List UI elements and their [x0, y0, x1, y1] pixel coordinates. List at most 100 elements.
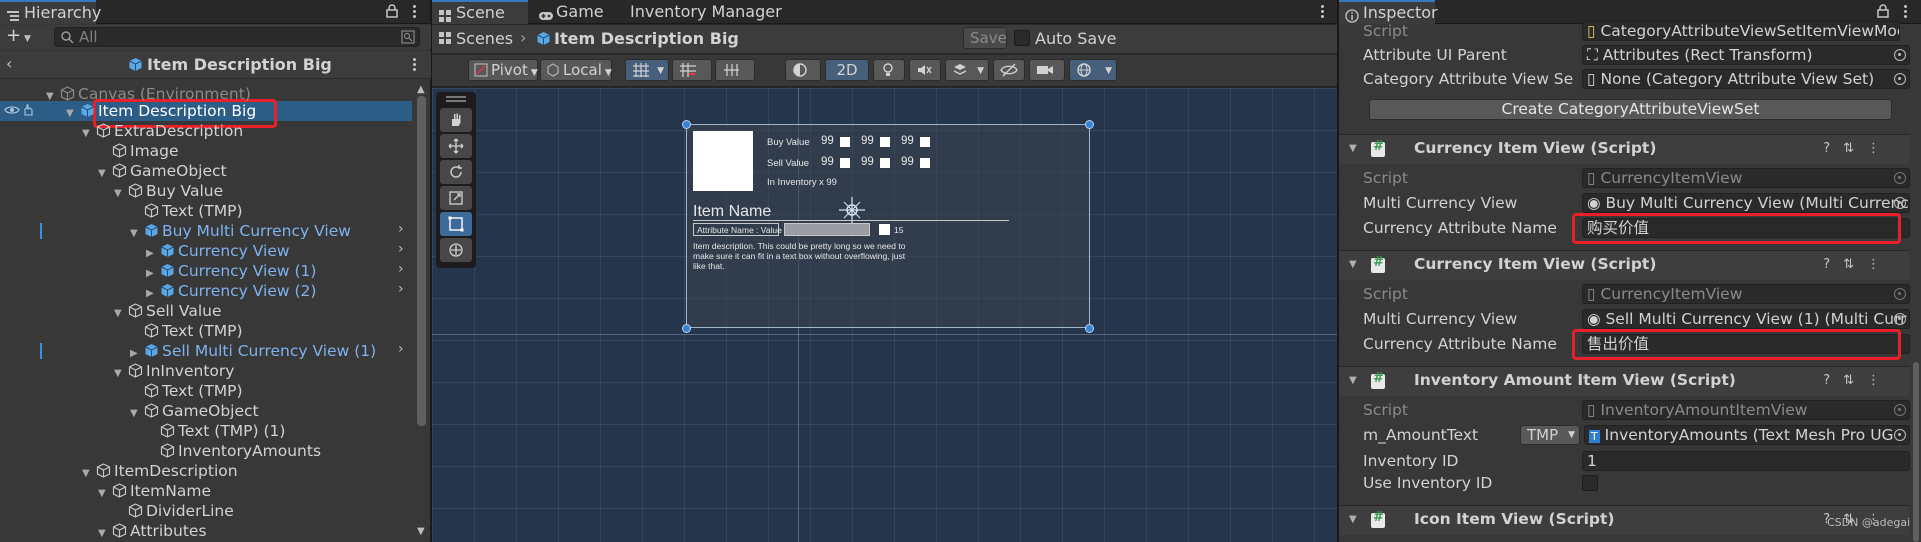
hand-tool-button[interactable]: [440, 108, 472, 132]
expand-arrow-down-icon[interactable]: ▼: [114, 364, 128, 384]
resize-handle-br[interactable]: [1085, 324, 1094, 333]
foldout-arrow-icon[interactable]: ▼: [1349, 259, 1357, 270]
object-picker-icon[interactable]: [1894, 197, 1906, 209]
increment-snap-button[interactable]: [672, 59, 712, 81]
tab-scene[interactable]: Scene: [432, 0, 528, 24]
hierarchy-row[interactable]: ▼ ExtraDescription: [82, 121, 243, 141]
add-dropdown-icon[interactable]: ▼: [24, 34, 31, 44]
auto-save-checkbox[interactable]: [1014, 30, 1030, 46]
context-menu-icon[interactable]: [412, 58, 416, 72]
grid-visibility-button[interactable]: [715, 59, 755, 81]
inventory-id-input[interactable]: 1: [1582, 451, 1910, 471]
hierarchy-row[interactable]: ▼ Buy Multi Currency View: [130, 221, 351, 241]
breadcrumb-object[interactable]: Item Description Big: [554, 29, 739, 48]
hierarchy-row[interactable]: ▶ Currency View (1): [146, 261, 316, 281]
scene-menu-icon[interactable]: [1320, 5, 1324, 19]
open-prefab-chevron-icon[interactable]: ›: [398, 241, 404, 257]
inventory-amount-item-view-header[interactable]: ▼ Inventory Amount Item View (Script) ?⇅…: [1339, 366, 1909, 396]
expand-arrow-down-icon[interactable]: ▼: [130, 224, 144, 244]
amount-type-dropdown[interactable]: TMP ▼: [1520, 425, 1580, 445]
inspector-menu-icon[interactable]: [1903, 5, 1907, 19]
hierarchy-row[interactable]: ▼ InInventory: [114, 361, 234, 381]
hierarchy-row[interactable]: ▼ Item Description Big: [66, 101, 256, 121]
rect-tool-button[interactable]: [440, 212, 472, 236]
hierarchy-row[interactable]: ▼ Buy Value: [114, 181, 223, 201]
expand-arrow-down-icon[interactable]: ▼: [114, 304, 128, 324]
attribute-ui-parent-field[interactable]: ⛶ Attributes (Rect Transform): [1582, 45, 1910, 65]
hierarchy-row[interactable]: Text (TMP) (1): [146, 421, 285, 441]
foldout-arrow-icon[interactable]: ▼: [1349, 375, 1357, 386]
save-button[interactable]: Save: [963, 27, 1007, 49]
scale-tool-button[interactable]: [440, 186, 472, 210]
search-input[interactable]: All: [54, 27, 420, 47]
expand-arrow-down-icon[interactable]: ▼: [98, 164, 112, 184]
hierarchy-row[interactable]: ▼ GameObject: [130, 401, 259, 421]
scroll-down-icon[interactable]: ▼: [417, 526, 425, 537]
rotate-tool-button[interactable]: [440, 160, 472, 184]
object-picker-icon[interactable]: [1894, 49, 1906, 61]
component-header-icons[interactable]: ?⇅⋮: [1823, 141, 1893, 156]
component-header-icons[interactable]: ?⇅⋮: [1823, 257, 1893, 272]
currency-item-view-header[interactable]: ▼ Currency Item View (Script) ?⇅⋮: [1339, 250, 1909, 280]
scroll-up-icon[interactable]: ▲: [417, 84, 425, 95]
currency-item-view-header[interactable]: ▼ Currency Item View (Script) ?⇅⋮: [1339, 134, 1909, 164]
back-arrow-icon[interactable]: ‹: [6, 54, 12, 73]
hierarchy-row[interactable]: ▼ GameObject: [98, 161, 227, 181]
expand-arrow-down-icon[interactable]: ▼: [98, 524, 112, 542]
audio-toggle-button[interactable]: [909, 59, 941, 81]
multi-currency-view-field[interactable]: ◉ Buy Multi Currency View (Multi Currenc: [1582, 193, 1910, 213]
hierarchy-row[interactable]: InventoryAmounts: [146, 441, 321, 461]
resize-handle-tr[interactable]: [1085, 120, 1094, 129]
2d-toggle-button[interactable]: 2D: [825, 59, 869, 81]
open-prefab-chevron-icon[interactable]: ›: [398, 221, 404, 237]
hierarchy-row[interactable]: ▼ ItemDescription: [82, 461, 238, 481]
camera-settings-button[interactable]: [1029, 59, 1065, 81]
hierarchy-row[interactable]: Text (TMP): [130, 201, 243, 221]
foldout-arrow-icon[interactable]: ▼: [1349, 143, 1357, 154]
expand-arrow-down-icon[interactable]: ▼: [130, 404, 144, 424]
add-icon[interactable]: +: [6, 27, 21, 45]
hierarchy-row[interactable]: Image: [98, 141, 179, 161]
rect-pivot-gizmo-icon[interactable]: [837, 195, 867, 229]
expand-arrow-down-icon[interactable]: ▼: [114, 184, 128, 204]
hierarchy-row[interactable]: ▶ Currency View (2): [146, 281, 316, 301]
item-description-card[interactable]: Buy Value Sell Value In Inventory x 99 9…: [686, 124, 1090, 328]
grid-snap-button[interactable]: ▼: [625, 59, 669, 81]
expand-arrow-down-icon[interactable]: ▼: [46, 87, 60, 107]
hierarchy-row[interactable]: ▶ Sell Multi Currency View (1): [130, 341, 376, 361]
tab-game[interactable]: Game: [532, 0, 622, 24]
component-header-icons[interactable]: ?⇅⋮: [1823, 373, 1893, 388]
scene-visibility-button[interactable]: [993, 59, 1025, 81]
hierarchy-row[interactable]: Text (TMP): [130, 381, 243, 401]
lock-icon[interactable]: [386, 4, 398, 22]
hierarchy-row[interactable]: ▼ ItemName: [98, 481, 211, 501]
hierarchy-menu-icon[interactable]: [412, 5, 416, 19]
tab-hierarchy[interactable]: Hierarchy: [0, 0, 101, 24]
category-attribute-view-set-field[interactable]: ▯ None (Category Attribute View Set): [1582, 69, 1910, 89]
search-filter-icon[interactable]: [401, 30, 415, 48]
move-tool-button[interactable]: [440, 134, 472, 158]
transform-tool-button[interactable]: [440, 238, 472, 262]
pickable-hand-icon[interactable]: [22, 104, 34, 120]
inspector-scrollbar[interactable]: [1913, 362, 1919, 542]
script-field[interactable]: ▯ CategoryAttributeViewSetItemViewModule: [1582, 21, 1900, 41]
expand-arrow-down-icon[interactable]: ▼: [66, 104, 80, 124]
resize-handle-bl[interactable]: [682, 324, 691, 333]
open-prefab-chevron-icon[interactable]: ›: [398, 281, 404, 297]
lighting-toggle-button[interactable]: [873, 59, 905, 81]
create-category-attribute-view-set-button[interactable]: Create CategoryAttributeViewSet: [1369, 99, 1892, 120]
expand-arrow-down-icon[interactable]: ▼: [82, 464, 96, 484]
object-picker-icon[interactable]: [1894, 313, 1906, 325]
visibility-eye-icon[interactable]: [4, 104, 20, 120]
icon-item-view-header[interactable]: ▼ Icon Item View (Script) ?⇅⋮: [1339, 505, 1909, 535]
hierarchy-row[interactable]: ▼ Sell Value: [114, 301, 221, 321]
expand-arrow-down-icon[interactable]: ▼: [98, 484, 112, 504]
palette-grip-icon[interactable]: [446, 96, 466, 102]
object-picker-icon[interactable]: [1894, 429, 1906, 441]
object-picker-icon[interactable]: [1894, 73, 1906, 85]
resize-handle-tl[interactable]: [682, 120, 691, 129]
scenes-breadcrumb[interactable]: Scenes: [456, 29, 513, 48]
amount-text-field[interactable]: T InventoryAmounts (Text Mesh Pro UG: [1584, 425, 1910, 445]
draw-mode-button[interactable]: [785, 59, 821, 81]
use-inventory-id-checkbox[interactable]: [1582, 475, 1598, 491]
